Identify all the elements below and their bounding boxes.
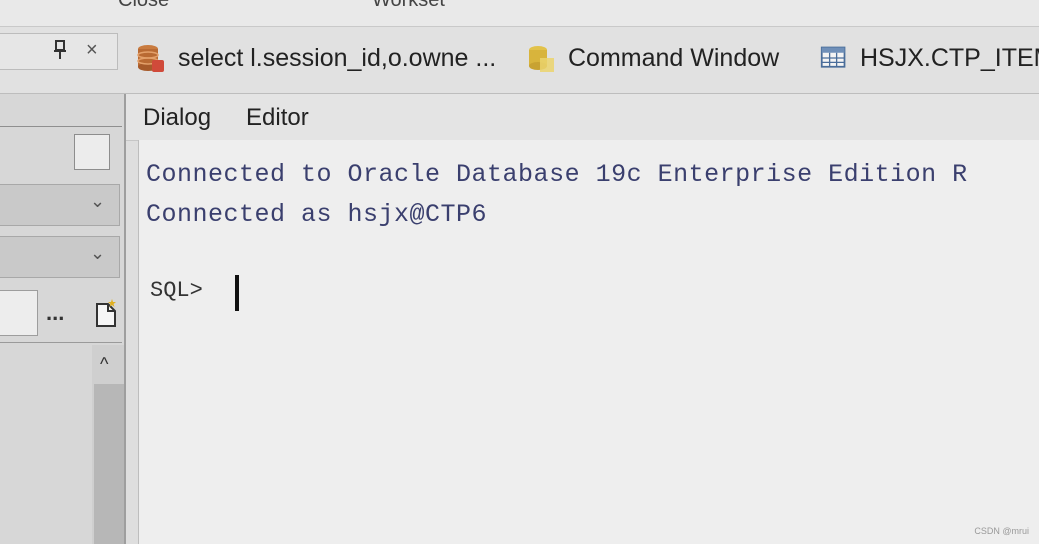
tab-sql-query[interactable]: select l.session_id,o.owne ... bbox=[134, 36, 496, 80]
sql-prompt: SQL> bbox=[150, 278, 203, 303]
new-document-icon[interactable] bbox=[94, 298, 118, 328]
browse-button[interactable]: ... bbox=[46, 300, 64, 326]
dropdown-2[interactable]: ⌄ bbox=[0, 236, 120, 278]
divider bbox=[0, 342, 122, 343]
table-icon bbox=[820, 46, 846, 68]
tab-label: HSJX.CTP_ITEM bbox=[860, 43, 1039, 72]
chevron-down-icon: ⌄ bbox=[90, 191, 106, 211]
output-line-2: Connected as hsjx@CTP6 bbox=[146, 200, 488, 229]
checkbox[interactable] bbox=[74, 134, 110, 170]
scroll-thumb[interactable] bbox=[94, 384, 124, 544]
dropdown-1[interactable]: ⌄ bbox=[0, 184, 120, 226]
pin-icon[interactable] bbox=[52, 40, 68, 60]
tab-command-window[interactable]: Command Window bbox=[524, 36, 779, 80]
menu-strip: Close Workset bbox=[0, 0, 1039, 27]
menu-item-close[interactable]: Close bbox=[118, 0, 169, 12]
close-icon[interactable]: × bbox=[86, 40, 98, 60]
tab-label: select l.session_id,o.owne ... bbox=[178, 43, 497, 72]
text-field[interactable] bbox=[0, 290, 38, 336]
command-window-icon bbox=[529, 46, 554, 72]
database-icon bbox=[137, 45, 164, 72]
tab-dialog[interactable]: Dialog bbox=[143, 104, 211, 132]
tab-label: Command Window bbox=[568, 43, 780, 72]
chevron-down-icon: ⌄ bbox=[90, 243, 106, 263]
chevron-up-icon[interactable]: ^ bbox=[100, 354, 108, 375]
tab-table-item[interactable]: HSJX.CTP_ITEM bbox=[820, 36, 1039, 80]
text-caret bbox=[235, 275, 239, 311]
tab-editor[interactable]: Editor bbox=[246, 104, 309, 134]
watermark: CSDN @mrui bbox=[974, 526, 1029, 536]
divider bbox=[0, 126, 122, 127]
output-line-1: Connected to Oracle Database 19c Enterpr… bbox=[146, 160, 968, 189]
menu-item-workset[interactable]: Workset bbox=[372, 0, 445, 12]
